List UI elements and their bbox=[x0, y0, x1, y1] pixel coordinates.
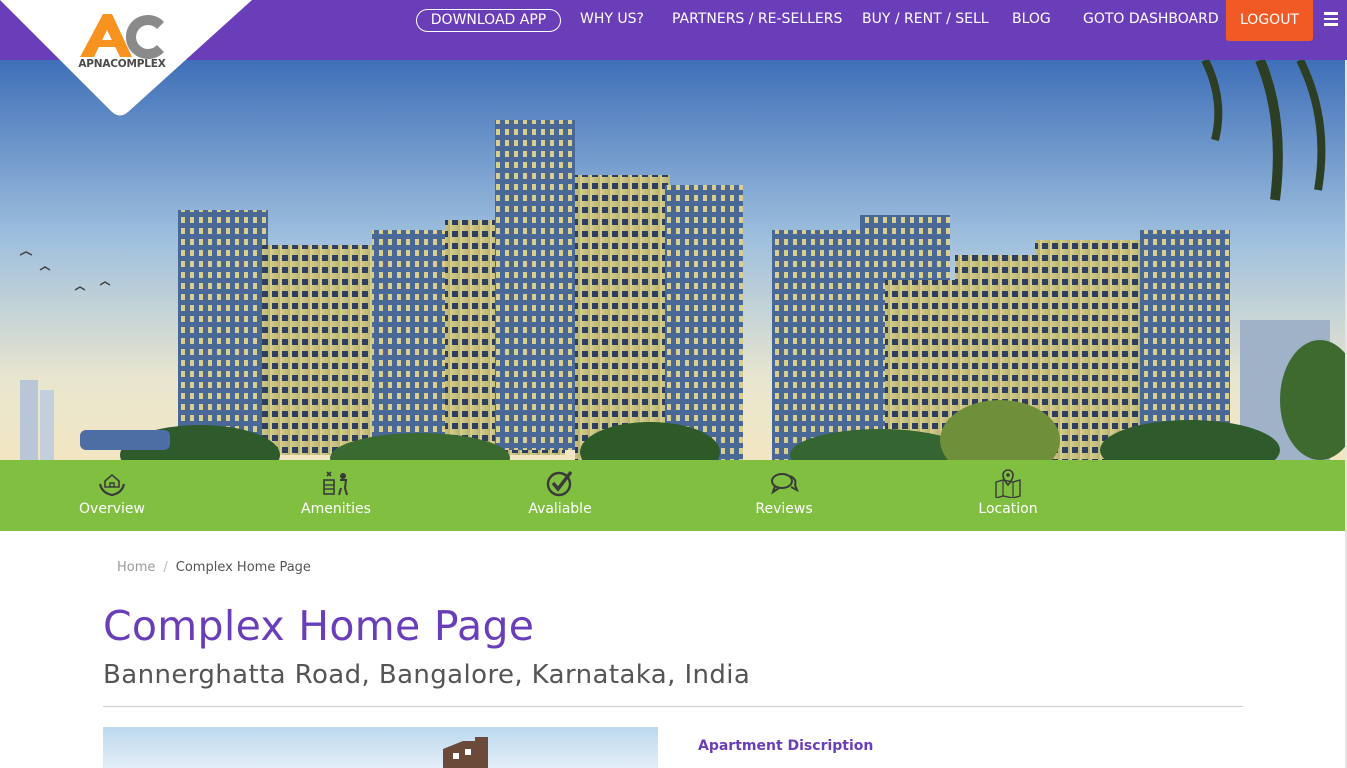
page-title: Complex Home Page bbox=[103, 602, 535, 650]
nav-buy-rent-sell[interactable]: BUY / RENT / SELL bbox=[862, 11, 989, 27]
tab-location[interactable]: Location bbox=[948, 468, 1068, 517]
complex-address: Bannerghatta Road, Bangalore, Karnataka,… bbox=[103, 660, 751, 690]
tab-available[interactable]: Avaliable bbox=[500, 468, 620, 517]
complex-tabbar: Overview Amenities Avaliable Reviews Loc… bbox=[0, 460, 1347, 531]
hero-banner-image bbox=[0, 60, 1347, 460]
check-circle-icon bbox=[546, 470, 573, 497]
divider bbox=[103, 706, 1243, 707]
breadcrumb-separator: / bbox=[163, 560, 168, 575]
tab-overview[interactable]: Overview bbox=[52, 468, 172, 517]
nav-why-us[interactable]: WHY US? bbox=[580, 11, 644, 27]
tab-label: Amenities bbox=[301, 501, 371, 517]
breadcrumb-current: Complex Home Page bbox=[175, 560, 311, 575]
breadcrumb: Home / Complex Home Page bbox=[117, 560, 311, 575]
logo[interactable]: APNACOMPLEX bbox=[0, 0, 252, 120]
tab-reviews[interactable]: Reviews bbox=[724, 468, 844, 517]
download-app-button[interactable]: DOWNLOAD APP bbox=[416, 9, 561, 32]
tab-amenities[interactable]: Amenities bbox=[276, 468, 396, 517]
tab-label: Reviews bbox=[755, 501, 813, 517]
complex-photo bbox=[103, 727, 658, 768]
nav-partners[interactable]: PARTNERS / RE-SELLERS bbox=[672, 11, 842, 27]
page: DOWNLOAD APP WHY US? PARTNERS / RE-SELLE… bbox=[0, 0, 1347, 768]
tab-label: Overview bbox=[79, 501, 145, 517]
amenities-icon bbox=[323, 471, 348, 496]
chat-bubbles-icon bbox=[771, 473, 799, 495]
hamburger-menu-icon[interactable] bbox=[1324, 12, 1338, 26]
apartment-description-heading: Apartment Discription bbox=[698, 738, 874, 754]
breadcrumb-home-link[interactable]: Home bbox=[117, 560, 155, 575]
tab-label: Avaliable bbox=[528, 501, 592, 517]
map-pin-icon bbox=[995, 469, 1021, 498]
nav-blog[interactable]: BLOG bbox=[1012, 11, 1051, 27]
logo-wordmark: APNACOMPLEX bbox=[78, 58, 166, 70]
logout-button[interactable]: LOGOUT bbox=[1226, 0, 1313, 41]
tab-label: Location bbox=[978, 501, 1038, 517]
nav-goto-dashboard[interactable]: GOTO DASHBOARD bbox=[1083, 11, 1219, 27]
house-in-hands-icon bbox=[98, 473, 126, 497]
